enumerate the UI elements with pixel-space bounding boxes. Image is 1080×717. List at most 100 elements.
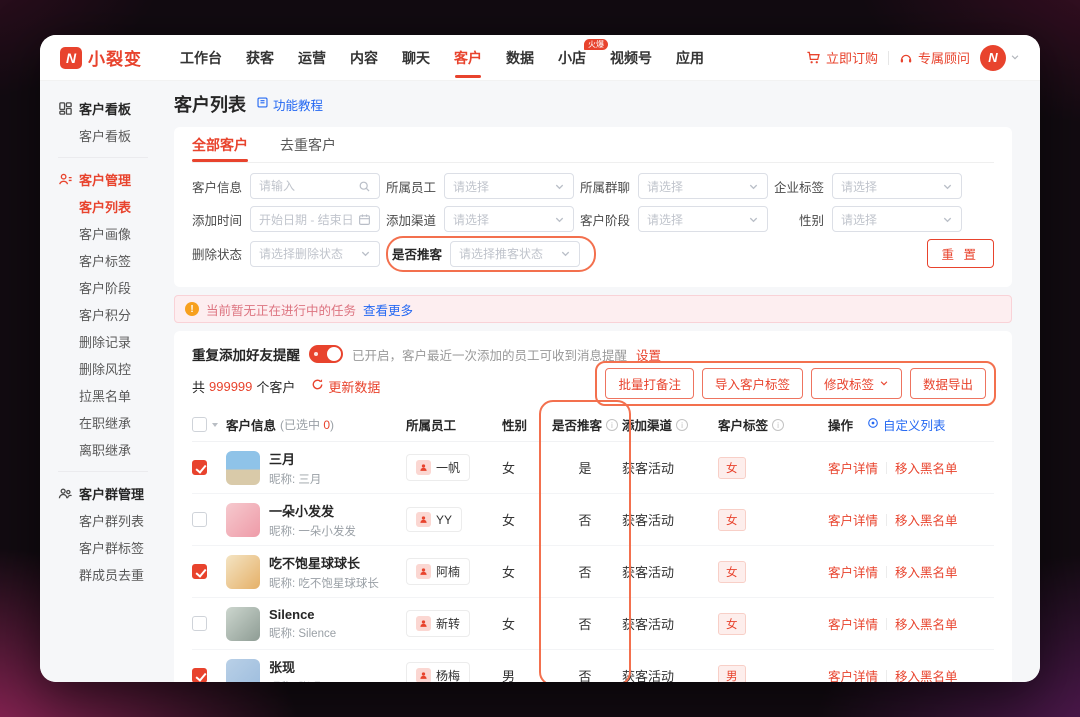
channel-select[interactable]: 请选择: [444, 206, 574, 232]
sidebar-item-delete-risk[interactable]: 删除风控: [58, 355, 162, 382]
action-customer-detail[interactable]: 客户详情: [828, 562, 878, 581]
action-move-blacklist[interactable]: 移入黑名单: [895, 666, 958, 682]
nav-item-apps[interactable]: 应用: [664, 35, 716, 81]
cart-icon: [806, 50, 821, 65]
row-checkbox[interactable]: [192, 616, 207, 631]
row-checkbox[interactable]: [192, 460, 207, 475]
divider: [888, 51, 889, 65]
enterprise-tag-select[interactable]: 请选择: [832, 173, 962, 199]
stage-select[interactable]: 请选择: [638, 206, 768, 232]
action-customer-detail[interactable]: 客户详情: [828, 614, 878, 633]
gender-value: 女: [502, 614, 515, 633]
promoter-value: 否: [578, 562, 591, 581]
customize-icon: [867, 417, 879, 432]
total-count: 999999: [209, 379, 252, 394]
sidebar-item-customer-dashboard[interactable]: 客户看板: [58, 122, 162, 149]
row-checkbox[interactable]: [192, 512, 207, 527]
table-header: 客户信息(已选中 0) 所属员工 性别 是否推客 添加渠道 客户标签 操作 自定…: [192, 408, 994, 442]
reset-button[interactable]: 重 置: [927, 239, 994, 268]
import-tags-button[interactable]: 导入客户标签: [702, 368, 803, 399]
employee-name: YY: [436, 513, 452, 527]
tab-all-customers[interactable]: 全部客户: [192, 127, 248, 162]
sidebar-item-customer-list[interactable]: 客户列表: [58, 193, 162, 220]
customer-tag: 男: [718, 665, 746, 683]
employee-chip[interactable]: 阿楠: [406, 558, 470, 585]
sidebar-section-customer-mgmt[interactable]: 客户管理: [58, 166, 162, 193]
sidebar-item-delete-records[interactable]: 删除记录: [58, 328, 162, 355]
nav-item-chat[interactable]: 聊天: [390, 35, 442, 81]
notice-text: 当前暂无正在进行中的任务: [206, 300, 356, 319]
nav-item-acquisition[interactable]: 获客: [234, 35, 286, 81]
nav-item-customer[interactable]: 客户: [442, 35, 494, 81]
nav-item-workbench[interactable]: 工作台: [168, 35, 234, 81]
nav-item-video-account[interactable]: 视频号: [598, 35, 664, 81]
sidebar-item-onjob-inherit[interactable]: 在职继承: [58, 409, 162, 436]
table-row: Silence昵称: Silence 新转 女 否 获客活动 女 客户详情移入黑…: [192, 598, 994, 650]
sidebar-item-customer-profile[interactable]: 客户画像: [58, 220, 162, 247]
tabs: 全部客户 去重客户: [192, 127, 994, 163]
customer-info-input[interactable]: [250, 173, 380, 199]
employee-chip[interactable]: 一帆: [406, 454, 470, 481]
nav-item-shop[interactable]: 小店 火爆: [546, 35, 598, 81]
employee-select[interactable]: 请选择: [444, 173, 574, 199]
channel-value: 获客活动: [622, 510, 674, 529]
order-now-link[interactable]: 立即订购: [806, 48, 878, 67]
export-data-button[interactable]: 数据导出: [910, 368, 986, 399]
channel-value: 获客活动: [622, 458, 674, 477]
chevron-down-icon: [748, 181, 759, 192]
employee-name: 阿楠: [436, 563, 460, 580]
logo-text: 小裂变: [88, 45, 142, 70]
customer-avatar: [226, 659, 260, 683]
sidebar-item-customer-stage[interactable]: 客户阶段: [58, 274, 162, 301]
sidebar-item-customer-tags[interactable]: 客户标签: [58, 247, 162, 274]
action-move-blacklist[interactable]: 移入黑名单: [895, 614, 958, 633]
promoter-value: 否: [578, 666, 591, 682]
action-customer-detail[interactable]: 客户详情: [828, 458, 878, 477]
sidebar-item-customer-points[interactable]: 客户积分: [58, 301, 162, 328]
tutorial-link[interactable]: 功能教程: [256, 95, 323, 114]
row-checkbox[interactable]: [192, 668, 207, 682]
tab-dedupe-customers[interactable]: 去重客户: [280, 127, 336, 162]
sidebar-section-dashboard[interactable]: 客户看板: [58, 95, 162, 122]
customer-tag: 女: [718, 561, 746, 583]
headset-icon: [899, 51, 913, 65]
gender-select[interactable]: 请选择: [832, 206, 962, 232]
group-chat-select[interactable]: 请选择: [638, 173, 768, 199]
nav-item-content[interactable]: 内容: [338, 35, 390, 81]
promoter-status-select[interactable]: 请选择推客状态: [450, 241, 580, 267]
chevron-down-icon[interactable]: [212, 423, 218, 427]
sidebar-item-blacklist[interactable]: 拉黑名单: [58, 382, 162, 409]
sidebar-item-group-tags[interactable]: 客户群标签: [58, 534, 162, 561]
chevron-down-icon: [942, 214, 953, 225]
row-checkbox[interactable]: [192, 564, 207, 579]
employee-chip[interactable]: 新转: [406, 610, 470, 637]
sidebar-item-group-list[interactable]: 客户群列表: [58, 507, 162, 534]
logo[interactable]: 小裂变: [60, 45, 142, 70]
sidebar-item-resign-inherit[interactable]: 离职继承: [58, 436, 162, 463]
action-move-blacklist[interactable]: 移入黑名单: [895, 510, 958, 529]
action-customer-detail[interactable]: 客户详情: [828, 510, 878, 529]
customize-columns-link[interactable]: 自定义列表: [867, 415, 946, 434]
nav-item-operation[interactable]: 运营: [286, 35, 338, 81]
nav-item-data[interactable]: 数据: [494, 35, 546, 81]
bulk-remark-button[interactable]: 批量打备注: [605, 368, 694, 399]
action-move-blacklist[interactable]: 移入黑名单: [895, 458, 958, 477]
sidebar-section-group-mgmt[interactable]: 客户群管理: [58, 480, 162, 507]
modify-tags-dropdown[interactable]: 修改标签: [811, 368, 902, 399]
advisor-link[interactable]: 专属顾问: [899, 48, 970, 67]
employee-chip[interactable]: YY: [406, 507, 462, 532]
table-row: 张现昵称: 张现 杨梅 男 否 获客活动 男 客户详情移入黑名单: [192, 650, 994, 682]
customer-name: 吃不饱星球球长: [269, 553, 379, 572]
date-range-picker[interactable]: 开始日期 - 结束日期: [250, 206, 380, 232]
reminder-toggle[interactable]: [309, 345, 343, 363]
select-all-checkbox[interactable]: [192, 417, 207, 432]
view-more-link[interactable]: 查看更多: [363, 300, 413, 319]
employee-chip[interactable]: 杨梅: [406, 662, 470, 682]
action-customer-detail[interactable]: 客户详情: [828, 666, 878, 682]
delete-status-select[interactable]: 请选择删除状态: [250, 241, 380, 267]
action-move-blacklist[interactable]: 移入黑名单: [895, 562, 958, 581]
channel-value: 获客活动: [622, 666, 674, 682]
sidebar-item-group-dedupe[interactable]: 群成员去重: [58, 561, 162, 588]
account-menu[interactable]: [980, 45, 1020, 71]
refresh-data-link[interactable]: 更新数据: [311, 377, 380, 396]
